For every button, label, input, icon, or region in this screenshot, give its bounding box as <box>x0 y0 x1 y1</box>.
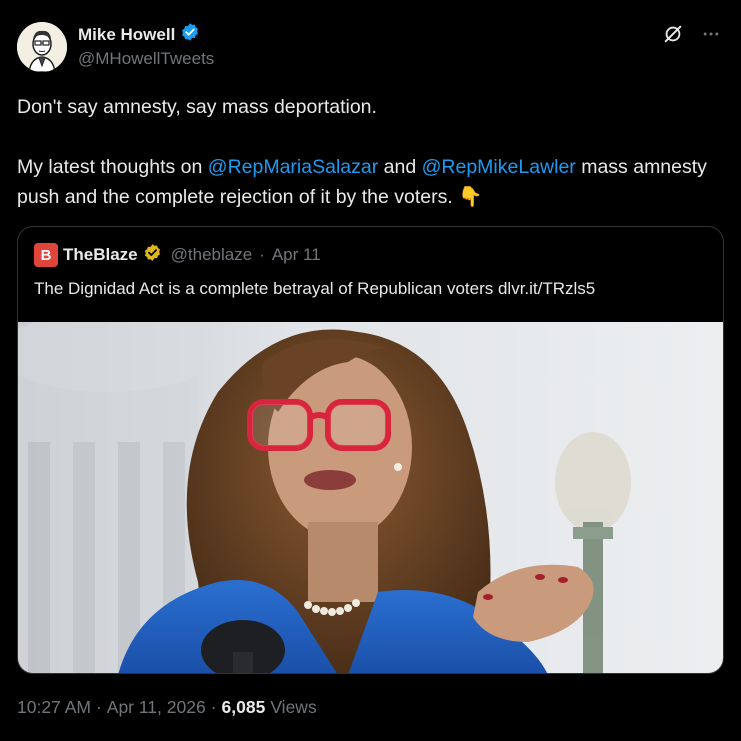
verified-badge-icon[interactable] <box>180 22 200 47</box>
tweet-actions <box>661 22 723 46</box>
separator: · <box>259 245 265 264</box>
grok-icon[interactable] <box>661 22 685 46</box>
more-icon[interactable] <box>699 22 723 46</box>
quoted-tweet-text: The Dignidad Act is a complete betrayal … <box>34 279 596 298</box>
verified-gold-badge-icon[interactable] <box>143 243 162 267</box>
tweet-date[interactable]: Apr 11, 2026 <box>107 697 206 718</box>
logo-glyph: B <box>40 246 52 264</box>
quoted-tweet-header: B TheBlaze @theblaze · Apr 11 <box>34 243 321 267</box>
quoted-author-name[interactable]: TheBlaze <box>63 245 138 265</box>
author-name-row: Mike Howell <box>78 22 200 47</box>
views-label: Views <box>270 697 317 717</box>
tweet-text-segment: and <box>378 156 422 178</box>
quoted-date[interactable]: Apr 11 <box>272 245 321 265</box>
mention-link-lawler[interactable]: @RepMikeLawler <box>422 156 576 178</box>
pointing-down-emoji: 👇 <box>458 186 483 208</box>
tweet-line-1: Don't say amnesty, say mass deportation. <box>17 96 377 118</box>
mention-link-salazar[interactable]: @RepMariaSalazar <box>208 156 378 178</box>
separator: · <box>210 697 217 717</box>
quoted-tweet-card[interactable]: B TheBlaze @theblaze · Apr 11 The Dignid… <box>17 226 724 674</box>
separator: · <box>95 697 102 717</box>
views-count[interactable]: 6,085 <box>222 697 266 718</box>
theblaze-logo-icon[interactable]: B <box>34 243 58 267</box>
quoted-author-handle[interactable]: @theblaze <box>171 245 253 265</box>
author-name[interactable]: Mike Howell <box>78 25 175 45</box>
tweet-line-2: My latest thoughts on @RepMariaSalazar a… <box>17 152 717 212</box>
tweet-footer: 10:27 AM · Apr 11, 2026 · 6,085 Views <box>17 697 317 718</box>
tweet-time[interactable]: 10:27 AM <box>17 697 91 718</box>
quoted-tweet-photo[interactable] <box>18 312 723 673</box>
tweet-text-segment: My latest thoughts on <box>17 156 208 178</box>
author-avatar[interactable] <box>17 22 67 72</box>
tweet-text: Don't say amnesty, say mass deportation.… <box>17 92 717 212</box>
author-handle[interactable]: @MHowellTweets <box>78 49 214 69</box>
